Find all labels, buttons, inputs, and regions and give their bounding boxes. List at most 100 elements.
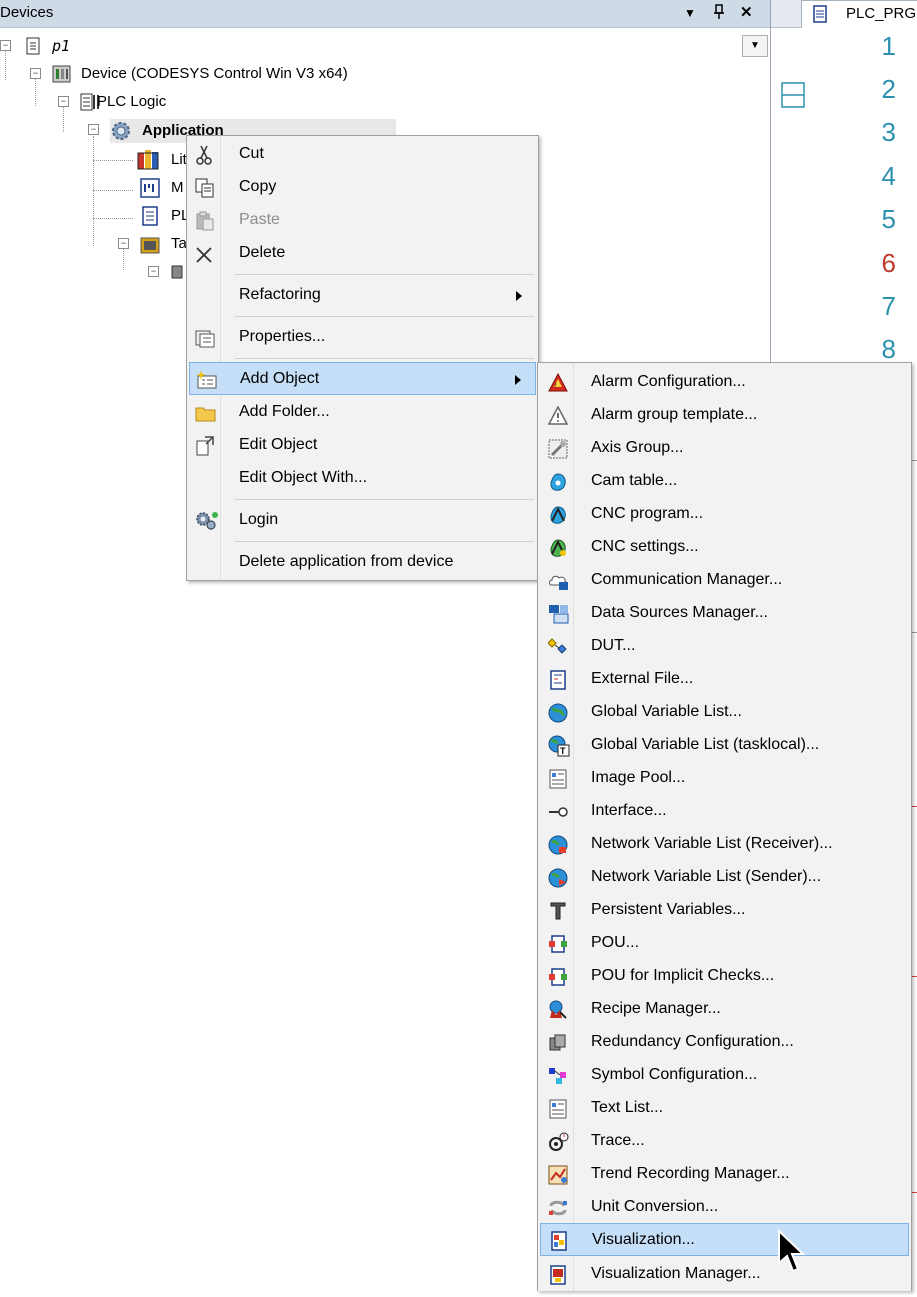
submenu-item-data-sources-manager[interactable]: Data Sources Manager... — [540, 596, 909, 629]
tree-node-project[interactable]: p1 — [52, 34, 70, 58]
menu-item-edit-object[interactable]: Edit Object — [189, 429, 536, 461]
menu-item-delete[interactable]: Delete — [189, 237, 536, 269]
submenu-item-visualization-manager[interactable]: Visualization Manager... — [540, 1257, 909, 1290]
menu-item-login[interactable]: Login — [189, 504, 536, 536]
menu-item-properties[interactable]: Properties... — [189, 321, 536, 353]
menu-item-paste[interactable]: Paste — [189, 204, 536, 236]
expander-collapse-icon[interactable]: − — [88, 124, 99, 135]
line-number: 7 — [881, 291, 896, 321]
menu-item-copy[interactable]: Copy — [189, 171, 536, 203]
plc-prg-icon — [140, 206, 158, 226]
interface-icon — [548, 801, 568, 820]
submenu-item-image-pool[interactable]: Image Pool... — [540, 761, 909, 794]
submenu-arrow-icon — [516, 291, 522, 301]
alarm-configuration-icon: ! — [548, 372, 568, 392]
cnc-program-icon — [548, 504, 567, 524]
submenu-item-alarm-group-template[interactable]: Alarm group template... — [540, 398, 909, 431]
trace-icon — [548, 1131, 569, 1151]
scissors-icon — [195, 145, 213, 165]
submenu-item-persistent-variables[interactable]: Persistent Variables... — [540, 893, 909, 926]
submenu-item-trend-recording-manager[interactable]: Trend Recording Manager... — [540, 1157, 909, 1190]
menu-item-add-folder[interactable]: Add Folder... — [189, 396, 536, 428]
tree-node-plc-logic[interactable]: PLC Logic — [97, 90, 166, 114]
submenu-item-trace[interactable]: Trace... — [540, 1124, 909, 1157]
submenu-item-alarm-configuration[interactable]: ! Alarm Configuration... — [540, 365, 909, 398]
edit-object-icon — [195, 436, 214, 456]
submenu-item-visualization[interactable]: Visualization... — [540, 1223, 909, 1256]
alarm-group-template-icon — [547, 405, 569, 425]
cam-table-icon — [548, 471, 567, 491]
line-number: 3 — [881, 117, 896, 147]
expander-collapse-icon[interactable]: − — [118, 238, 129, 249]
submenu-item-communication-manager[interactable]: Communication Manager... — [540, 563, 909, 596]
redundancy-configuration-icon — [548, 1032, 567, 1051]
visualization-icon — [549, 1231, 568, 1251]
persistent-variables-icon — [548, 900, 567, 920]
trend-recording-manager-icon — [548, 1164, 568, 1185]
text-list-icon — [548, 1098, 567, 1119]
expander-collapse-icon[interactable]: − — [58, 96, 69, 107]
expander-collapse-icon[interactable]: − — [30, 68, 41, 79]
submenu-item-global-variable-list[interactable]: Global Variable List... — [540, 695, 909, 728]
submenu-item-pou[interactable]: POU... — [540, 926, 909, 959]
paste-icon — [195, 211, 214, 231]
submenu-item-network-variable-list-sender[interactable]: Network Variable List (Sender)... — [540, 860, 909, 893]
submenu-item-dut[interactable]: DUT... — [540, 629, 909, 662]
submenu-item-cnc-settings[interactable]: CNC settings... — [540, 530, 909, 563]
submenu-item-unit-conversion[interactable]: Unit Conversion... — [540, 1190, 909, 1223]
global-variable-list-icon — [548, 702, 568, 723]
symbol-configuration-icon — [548, 1065, 567, 1084]
expander-collapse-icon[interactable]: − — [148, 266, 159, 277]
tree-node-library-manager[interactable]: Lit — [171, 148, 187, 172]
network-variable-receiver-icon — [548, 834, 568, 855]
menu-item-cut[interactable]: Cut — [189, 138, 536, 170]
mouse-cursor-icon — [777, 1228, 807, 1275]
library-manager-icon — [137, 148, 159, 170]
communication-manager-icon — [548, 570, 568, 590]
submenu-item-network-variable-list-receiver[interactable]: Network Variable List (Receiver)... — [540, 827, 909, 860]
tree-node-device[interactable]: Device (CODESYS Control Win V3 x64) — [81, 62, 348, 86]
menu-item-add-object[interactable]: Add Object — [189, 362, 536, 395]
copy-icon — [195, 178, 214, 198]
submenu-item-text-list[interactable]: Text List... — [540, 1091, 909, 1124]
menu-separator — [235, 541, 534, 542]
submenu-item-interface[interactable]: Interface... — [540, 794, 909, 827]
close-panel-icon[interactable]: ✕ — [740, 3, 753, 21]
recipe-manager-icon — [548, 999, 567, 1019]
tab-plc-prg-label: PLC_PRG — [846, 5, 917, 22]
submenu-item-global-variable-list-tasklocal[interactable]: T Global Variable List (tasklocal)... — [540, 728, 909, 761]
line-number-error: 6 — [881, 248, 896, 278]
submenu-item-axis-group[interactable]: Axis Group... — [540, 431, 909, 464]
pou-implicit-checks-icon — [548, 966, 567, 986]
tree-node-main[interactable]: M — [171, 176, 184, 200]
menu-item-edit-object-with[interactable]: Edit Object With... — [189, 462, 536, 494]
panel-menu-dropdown-icon[interactable]: ▼ — [684, 6, 696, 20]
tab-plc-prg[interactable]: PLC_PRG — [801, 0, 917, 28]
external-file-icon — [548, 669, 567, 690]
image-pool-icon — [548, 768, 567, 789]
line-number: 2 — [881, 74, 896, 104]
submenu-item-pou-for-implicit-checks[interactable]: POU for Implicit Checks... — [540, 959, 909, 992]
menu-item-refactoring[interactable]: Refactoring — [189, 279, 536, 311]
add-object-submenu: ! Alarm Configuration... Alarm group tem… — [537, 362, 912, 1291]
submenu-item-redundancy-configuration[interactable]: Redundancy Configuration... — [540, 1025, 909, 1058]
properties-icon — [195, 328, 215, 348]
expander-collapse-icon[interactable]: − — [0, 40, 11, 51]
tree-node-task-configuration[interactable]: Ta — [171, 232, 187, 256]
submenu-item-cam-table[interactable]: Cam table... — [540, 464, 909, 497]
submenu-arrow-icon — [515, 375, 521, 385]
menu-separator — [235, 358, 534, 359]
pin-icon[interactable] — [712, 3, 726, 25]
submenu-item-cnc-program[interactable]: CNC program... — [540, 497, 909, 530]
menu-item-delete-application-from-device[interactable]: Delete application from device — [189, 546, 536, 578]
line-number: 8 — [881, 334, 896, 364]
axis-group-icon — [548, 438, 568, 459]
line-number: 1 — [881, 31, 896, 61]
plc-logic-icon — [80, 93, 99, 111]
submenu-item-external-file[interactable]: External File... — [540, 662, 909, 695]
global-variable-list-tasklocal-icon: T — [548, 735, 570, 757]
submenu-item-recipe-manager[interactable]: Recipe Manager... — [540, 992, 909, 1025]
fold-region-icon[interactable] — [781, 82, 805, 108]
tree-scroll-dropdown-button[interactable]: ▼ — [742, 35, 768, 57]
submenu-item-symbol-configuration[interactable]: Symbol Configuration... — [540, 1058, 909, 1091]
